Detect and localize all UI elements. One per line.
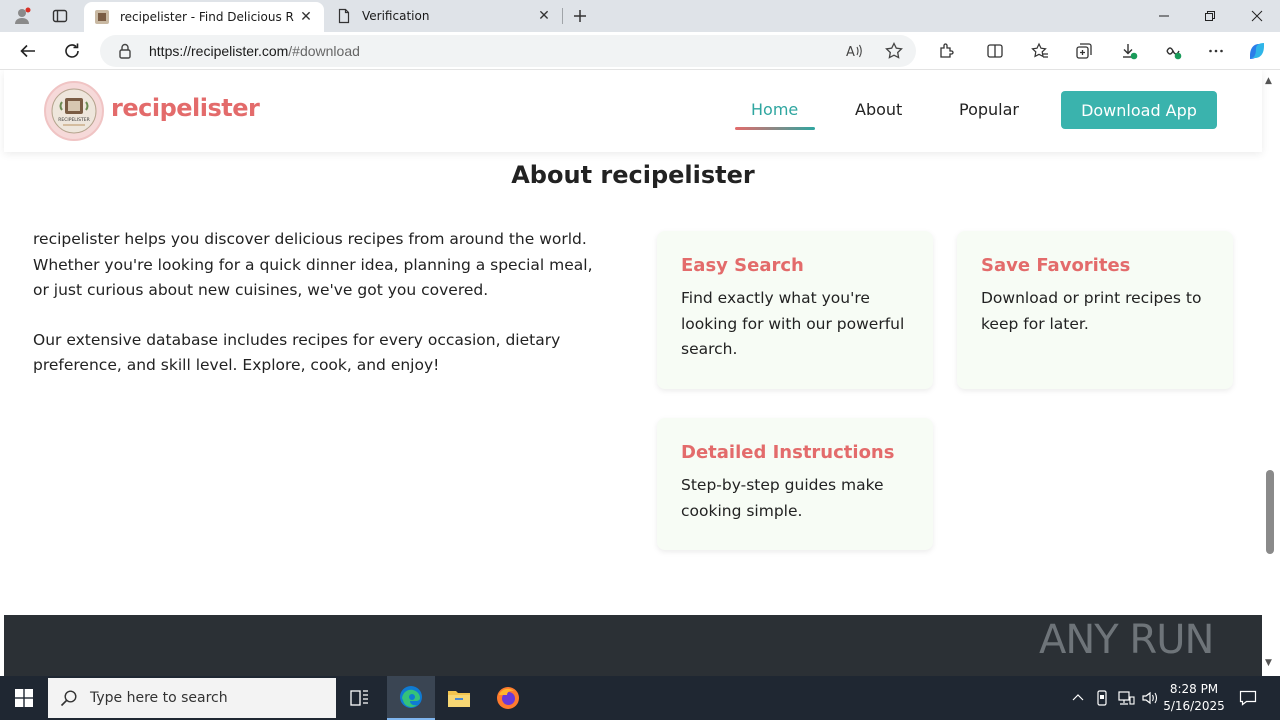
feature-title: Save Favorites — [981, 255, 1131, 276]
feature-card-detailed-instructions: Detailed Instructions Step-by-step guide… — [657, 418, 933, 550]
tab-verification[interactable]: Verification ✕ — [326, 0, 562, 32]
tab-title: recipelister - Find Delicious Recip — [120, 10, 294, 24]
tab-recipelister[interactable]: recipelister - Find Delicious Recip ✕ — [84, 2, 324, 32]
address-bar[interactable]: https://recipelister.com/#download A — [100, 35, 916, 67]
volume-icon[interactable] — [1140, 688, 1160, 708]
feature-text: Step-by-step guides make cooking simple. — [681, 476, 884, 520]
taskbar-search-box[interactable]: Type here to search — [48, 678, 336, 718]
split-screen-icon[interactable] — [983, 39, 1007, 63]
tab-separator — [562, 8, 563, 24]
browser-essentials-icon[interactable] — [1161, 39, 1185, 63]
tray-chevron-up-icon[interactable] — [1068, 688, 1088, 708]
read-aloud-icon[interactable]: A — [845, 42, 863, 60]
clock-time: 8:28 PM — [1169, 682, 1219, 696]
windows-start-icon[interactable] — [0, 676, 48, 720]
url-host: https://recipelister.com — [149, 43, 289, 59]
browser-title-bar: recipelister - Find Delicious Recip ✕ Ve… — [0, 0, 1280, 32]
refresh-icon[interactable] — [60, 39, 84, 63]
close-window-icon[interactable] — [1234, 0, 1280, 32]
close-tab-icon[interactable]: ✕ — [294, 5, 318, 29]
nav-home-link[interactable]: Home — [751, 100, 798, 119]
extensions-icon[interactable] — [935, 39, 959, 63]
favorites-icon[interactable] — [1028, 39, 1052, 63]
task-view-icon[interactable] — [336, 676, 384, 720]
notifications-icon[interactable] — [1238, 688, 1258, 708]
about-paragraph-1: recipelister helps you discover deliciou… — [33, 230, 593, 299]
scroll-down-icon[interactable]: ▼ — [1265, 658, 1272, 668]
logo-text: RECIPELISTER — [58, 117, 89, 123]
tab-title: Verification — [362, 9, 430, 23]
page-scrollbar[interactable]: ▲ ▼ — [1262, 70, 1280, 676]
recipelister-favicon-icon — [94, 9, 110, 25]
webpage: RECIPELISTER recipelister Home About Pop… — [4, 70, 1262, 676]
network-icon[interactable] — [1116, 688, 1136, 708]
nav-popular-link[interactable]: Popular — [959, 100, 1019, 119]
brand-name[interactable]: recipelister — [111, 94, 260, 122]
site-header: RECIPELISTER recipelister Home About Pop… — [4, 70, 1262, 152]
back-icon[interactable] — [16, 39, 40, 63]
copilot-icon[interactable] — [1245, 39, 1269, 63]
url-text: https://recipelister.com/#download — [149, 43, 360, 59]
firefox-icon[interactable] — [484, 676, 532, 720]
feature-title: Easy Search — [681, 255, 804, 276]
close-tab-icon[interactable]: ✕ — [532, 4, 556, 28]
document-icon — [336, 8, 352, 24]
nav-about-link[interactable]: About — [855, 100, 902, 119]
feature-card-easy-search: Easy Search Find exactly what you're loo… — [657, 231, 933, 389]
browser-toolbar: https://recipelister.com/#download A — [0, 32, 1280, 70]
svg-text:A: A — [846, 45, 855, 60]
scrollbar-thumb[interactable] — [1266, 470, 1274, 554]
collections-icon[interactable] — [1072, 39, 1096, 63]
search-icon — [60, 690, 77, 707]
profile-icon[interactable] — [12, 6, 32, 26]
tab-actions-icon[interactable] — [50, 6, 70, 26]
more-icon[interactable] — [1204, 39, 1228, 63]
restore-icon[interactable] — [1187, 0, 1233, 32]
logo-emblem-icon: RECIPELISTER — [51, 88, 97, 134]
windows-taskbar: Type here to search 8:28 PM 5/16/2025 — [0, 676, 1280, 720]
clock-date: 5/16/2025 — [1163, 699, 1225, 713]
new-tab-icon[interactable] — [568, 4, 592, 28]
downloads-icon[interactable] — [1117, 39, 1141, 63]
feature-text: Find exactly what you're looking for wit… — [681, 289, 905, 358]
site-logo[interactable]: RECIPELISTER — [44, 81, 104, 141]
favorite-star-icon[interactable] — [885, 42, 903, 60]
about-paragraph-2: Our extensive database includes recipes … — [33, 330, 561, 375]
url-path: /#download — [288, 43, 360, 59]
active-nav-underline — [735, 127, 815, 130]
feature-card-save-favorites: Save Favorites Download or print recipes… — [957, 231, 1233, 389]
anyrun-watermark: ANY RUN — [1039, 610, 1214, 670]
about-section-title: About recipelister — [511, 161, 755, 189]
page-viewport: RECIPELISTER recipelister Home About Pop… — [0, 70, 1280, 676]
feature-title: Detailed Instructions — [681, 442, 895, 463]
search-placeholder: Type here to search — [90, 690, 228, 706]
minimize-icon[interactable] — [1141, 0, 1187, 32]
scroll-up-icon[interactable]: ▲ — [1265, 76, 1272, 86]
edge-browser-icon[interactable] — [387, 676, 435, 720]
lock-icon[interactable] — [118, 43, 132, 63]
about-description: recipelister helps you discover deliciou… — [33, 227, 613, 379]
download-app-button[interactable]: Download App — [1061, 91, 1217, 129]
taskbar-clock[interactable]: 8:28 PM 5/16/2025 — [1160, 681, 1228, 715]
tray-device-icon[interactable] — [1092, 688, 1112, 708]
file-explorer-icon[interactable] — [435, 676, 483, 720]
feature-text: Download or print recipes to keep for la… — [981, 289, 1202, 333]
watermark-text: ANY RUN — [1039, 617, 1214, 663]
